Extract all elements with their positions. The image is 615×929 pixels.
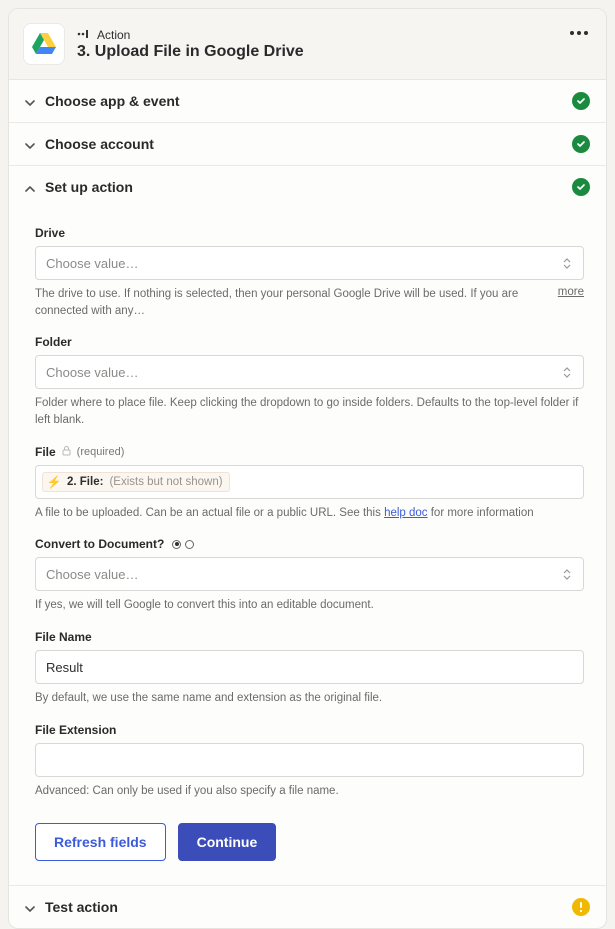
convert-placeholder: Choose value… [46, 567, 559, 582]
file-help: A file to be uploaded. Can be an actual … [35, 505, 584, 522]
folder-placeholder: Choose value… [46, 365, 559, 380]
folder-select[interactable]: Choose value… [35, 355, 584, 389]
section-choose-account: Choose account [9, 123, 606, 166]
drive-select[interactable]: Choose value… [35, 246, 584, 280]
field-fileext: File Extension Advanced: Can only be use… [35, 723, 584, 800]
file-help-link[interactable]: help doc [384, 507, 427, 519]
folder-label: Folder [35, 335, 584, 349]
chevron-down-icon [25, 139, 35, 149]
section-choose-app: Choose app & event [9, 80, 606, 123]
file-required-label: (required) [77, 446, 125, 458]
section-choose-account-toggle[interactable]: Choose account [9, 123, 606, 165]
button-row: Refresh fields Continue [35, 823, 584, 861]
action-card: Action 3. Upload File in Google Drive Ch… [8, 8, 607, 929]
convert-radio-indicator [172, 540, 194, 549]
section-choose-app-toggle[interactable]: Choose app & event [9, 80, 606, 122]
status-warning-icon [572, 898, 590, 916]
section-set-up-action-title: Set up action [45, 179, 562, 195]
zap-step-icon: ⚡ [47, 475, 61, 489]
file-label: File [35, 445, 56, 459]
section-choose-account-title: Choose account [45, 136, 562, 152]
convert-label: Convert to Document? [35, 537, 164, 551]
field-drive: Drive Choose value… The drive to use. If… [35, 226, 584, 319]
section-test-action: Test action [9, 886, 606, 928]
fileext-help: Advanced: Can only be used if you also s… [35, 783, 584, 800]
section-set-up-action: Set up action Drive Choose value… The dr… [9, 166, 606, 886]
drive-help: The drive to use. If nothing is selected… [35, 286, 548, 319]
section-set-up-action-toggle[interactable]: Set up action [9, 166, 606, 208]
continue-button[interactable]: Continue [178, 823, 277, 861]
section-test-action-toggle[interactable]: Test action [9, 886, 606, 928]
field-folder: Folder Choose value… Folder where to pla… [35, 335, 584, 428]
google-drive-icon [23, 23, 65, 65]
overflow-menu-button[interactable] [566, 27, 592, 39]
select-caret-icon [559, 258, 575, 269]
section-test-action-title: Test action [45, 899, 562, 915]
filename-help: By default, we use the same name and ext… [35, 690, 584, 707]
filename-label: File Name [35, 630, 584, 644]
folder-help: Folder where to place file. Keep clickin… [35, 395, 584, 428]
filename-input[interactable] [35, 650, 584, 684]
convert-select[interactable]: Choose value… [35, 557, 584, 591]
chevron-down-icon [25, 96, 35, 106]
card-header: Action 3. Upload File in Google Drive [9, 9, 606, 80]
set-up-action-body: Drive Choose value… The drive to use. If… [9, 208, 606, 885]
status-complete-icon [572, 92, 590, 110]
action-title: 3. Upload File in Google Drive [77, 43, 590, 61]
section-choose-app-title: Choose app & event [45, 93, 562, 109]
field-filename: File Name By default, we use the same na… [35, 630, 584, 707]
file-value-pill[interactable]: ⚡ 2. File: (Exists but not shown) [42, 472, 230, 492]
field-file: File (required) ⚡ 2. File: (Exists but n… [35, 445, 584, 522]
status-complete-icon [572, 135, 590, 153]
chevron-up-icon [25, 182, 35, 192]
eyebrow-label: Action [97, 28, 130, 42]
field-convert: Convert to Document? Choose value… If ye… [35, 537, 584, 614]
convert-help: If yes, we will tell Google to convert t… [35, 597, 584, 614]
path-icon [77, 28, 91, 42]
file-pill-prefix: 2. File: [67, 476, 103, 488]
status-complete-icon [572, 178, 590, 196]
chevron-down-icon [25, 902, 35, 912]
drive-placeholder: Choose value… [46, 256, 559, 271]
file-input[interactable]: ⚡ 2. File: (Exists but not shown) [35, 465, 584, 499]
refresh-fields-button[interactable]: Refresh fields [35, 823, 166, 861]
select-caret-icon [559, 367, 575, 378]
drive-more-link[interactable]: more [558, 286, 584, 298]
drive-label: Drive [35, 226, 584, 240]
select-caret-icon [559, 569, 575, 580]
file-pill-suffix: (Exists but not shown) [109, 476, 222, 488]
lock-icon [62, 445, 71, 459]
fileext-label: File Extension [35, 723, 584, 737]
fileext-input[interactable] [35, 743, 584, 777]
